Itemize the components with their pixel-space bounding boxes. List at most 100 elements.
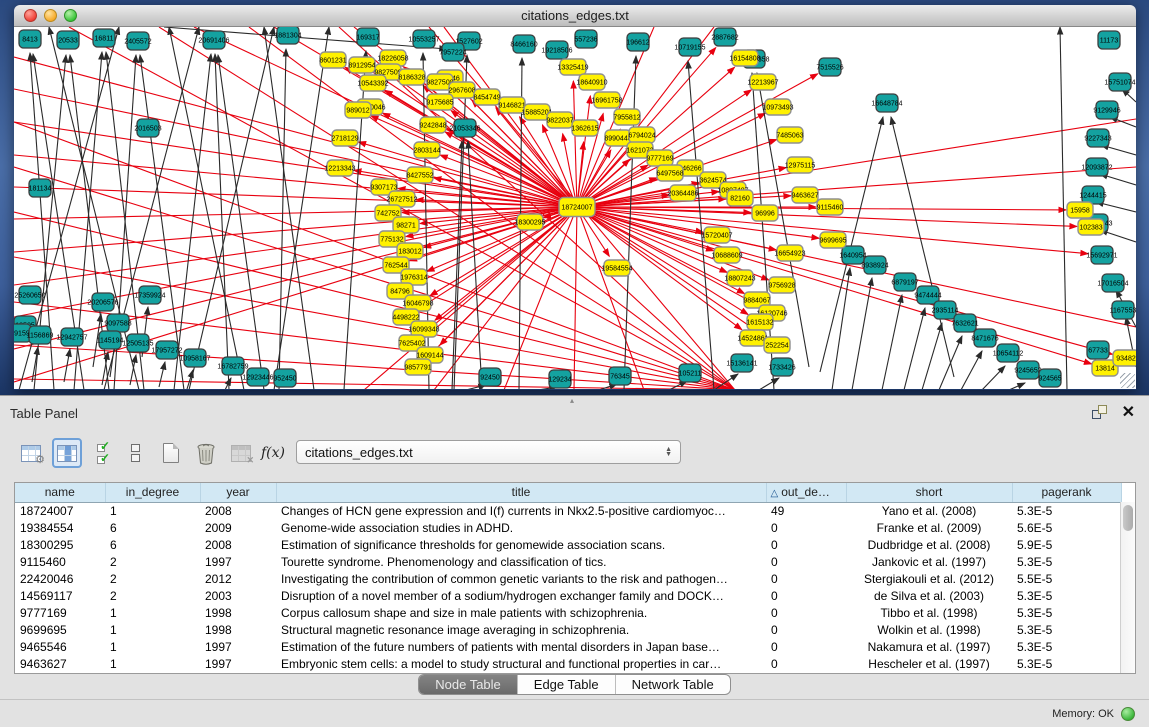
node-table[interactable]: namein_degreeyeartitle△out_de…shortpager… (15, 483, 1122, 672)
show-columns-button[interactable] (52, 438, 82, 468)
table-cell[interactable]: 22420046 (15, 570, 105, 587)
network-view[interactable]: 8413205331681124055722069140618813041693… (14, 27, 1136, 389)
table-cell[interactable]: Franke et al. (2009) (846, 519, 1012, 536)
table-cell[interactable]: Corpus callosum shape and size in male p… (276, 604, 766, 621)
table-cell[interactable]: Embryonic stem cells: a model to study s… (276, 655, 766, 672)
table-row[interactable]: 946362711997Embryonic stem cells: a mode… (15, 655, 1121, 672)
table-cell[interactable]: 5.6E-5 (1012, 519, 1121, 536)
table-cell[interactable]: 0 (766, 519, 846, 536)
tab-network-table[interactable]: Network Table (615, 675, 730, 694)
table-cell[interactable]: 1997 (200, 553, 276, 570)
table-cell[interactable]: 1997 (200, 655, 276, 672)
table-cell[interactable]: 5.3E-5 (1012, 587, 1121, 604)
table-row[interactable]: 1872400712008Changes of HCN gene express… (15, 502, 1121, 519)
table-cell[interactable]: 0 (766, 587, 846, 604)
table-cell[interactable]: Jankovic et al. (1997) (846, 553, 1012, 570)
table-cell[interactable]: 2 (105, 553, 200, 570)
minimize-button[interactable] (44, 9, 57, 22)
table-cell[interactable]: 0 (766, 621, 846, 638)
column-header-title[interactable]: title (276, 483, 766, 502)
table-cell[interactable]: 2012 (200, 570, 276, 587)
table-row[interactable]: 969969511998Structural magnetic resonanc… (15, 621, 1121, 638)
table-cell[interactable]: Estimation of the future numbers of pati… (276, 638, 766, 655)
table-cell[interactable]: 14569117 (15, 587, 105, 604)
table-cell[interactable]: 1 (105, 638, 200, 655)
table-row[interactable]: 1830029562008Estimation of significance … (15, 536, 1121, 553)
table-cell[interactable]: 2008 (200, 536, 276, 553)
table-cell[interactable]: Disruption of a novel member of a sodium… (276, 587, 766, 604)
table-cell[interactable]: Nakamura et al. (1997) (846, 638, 1012, 655)
table-cell[interactable]: 2 (105, 570, 200, 587)
table-row[interactable]: 946554611997Estimation of the future num… (15, 638, 1121, 655)
table-cell[interactable]: 1 (105, 655, 200, 672)
table-cell[interactable]: 18724007 (15, 502, 105, 519)
table-cell[interactable]: Investigating the contribution of common… (276, 570, 766, 587)
table-cell[interactable]: 5.5E-5 (1012, 570, 1121, 587)
table-cell[interactable]: Estimation of significance thresholds fo… (276, 536, 766, 553)
column-header-short[interactable]: short (846, 483, 1012, 502)
new-table-button[interactable] (156, 438, 186, 468)
table-cell[interactable]: 0 (766, 570, 846, 587)
table-cell[interactable]: 5.3E-5 (1012, 502, 1121, 519)
table-cell[interactable]: 49 (766, 502, 846, 519)
table-cell[interactable]: 6 (105, 536, 200, 553)
table-cell[interactable]: Yano et al. (2008) (846, 502, 1012, 519)
column-header-out_de[interactable]: △out_de… (766, 483, 846, 502)
column-header-year[interactable]: year (200, 483, 276, 502)
function-builder-button[interactable]: f(x) (258, 438, 288, 468)
vertical-scrollbar[interactable] (1120, 502, 1135, 673)
table-cell[interactable]: 5.3E-5 (1012, 638, 1121, 655)
network-canvas[interactable]: 8413205331681124055722069140618813041693… (14, 27, 1136, 389)
table-row[interactable]: 911546021997Tourette syndrome. Phenomeno… (15, 553, 1121, 570)
table-cell[interactable]: 1998 (200, 621, 276, 638)
table-cell[interactable]: Hescheler et al. (1997) (846, 655, 1012, 672)
table-cell[interactable]: 1 (105, 621, 200, 638)
column-header-in_degree[interactable]: in_degree (105, 483, 200, 502)
close-button[interactable] (24, 9, 37, 22)
table-row[interactable]: 2242004622012Investigating the contribut… (15, 570, 1121, 587)
table-header-row[interactable]: namein_degreeyeartitle△out_de…shortpager… (15, 483, 1121, 502)
table-cell[interactable]: 6 (105, 519, 200, 536)
table-cell[interactable]: 5.3E-5 (1012, 621, 1121, 638)
table-cell[interactable]: de Silva et al. (2003) (846, 587, 1012, 604)
delete-table-button[interactable] (191, 438, 221, 468)
table-cell[interactable]: Changes of HCN gene expression and I(f) … (276, 502, 766, 519)
scrollbar-thumb[interactable] (1123, 505, 1133, 531)
column-header-name[interactable]: name (15, 483, 105, 502)
window-resize-grip[interactable] (1120, 373, 1135, 388)
table-row[interactable]: 1456911722003Disruption of a novel membe… (15, 587, 1121, 604)
window-titlebar[interactable]: citations_edges.txt (14, 5, 1136, 27)
table-cell[interactable]: 9699695 (15, 621, 105, 638)
close-panel-icon[interactable]: ✕ (1122, 402, 1135, 422)
panel-resize-handle[interactable]: ▴ (570, 396, 574, 405)
table-cell[interactable]: 0 (766, 604, 846, 621)
table-source-select[interactable]: citations_edges.txt ▲▼ (296, 440, 681, 464)
table-cell[interactable]: 9777169 (15, 604, 105, 621)
table-cell[interactable]: 0 (766, 638, 846, 655)
table-cell[interactable]: Structural magnetic resonance image aver… (276, 621, 766, 638)
table-cell[interactable]: Dudbridge et al. (2008) (846, 536, 1012, 553)
table-cell[interactable]: 1998 (200, 604, 276, 621)
table-cell[interactable]: 9465546 (15, 638, 105, 655)
table-cell[interactable]: 0 (766, 536, 846, 553)
table-cell[interactable]: Wolkin et al. (1998) (846, 621, 1012, 638)
table-cell[interactable]: Tibbo et al. (1998) (846, 604, 1012, 621)
table-row[interactable]: 977716911998Corpus callosum shape and si… (15, 604, 1121, 621)
column-header-pagerank[interactable]: pagerank (1012, 483, 1121, 502)
table-cell[interactable]: 5.3E-5 (1012, 655, 1121, 672)
table-cell[interactable]: 0 (766, 553, 846, 570)
float-panel-icon[interactable] (1092, 405, 1107, 419)
table-cell[interactable]: 2003 (200, 587, 276, 604)
table-cell[interactable]: 5.9E-5 (1012, 536, 1121, 553)
table-cell[interactable]: 19384554 (15, 519, 105, 536)
table-cell[interactable]: 2009 (200, 519, 276, 536)
zoom-button[interactable] (64, 9, 77, 22)
table-cell[interactable]: 0 (766, 655, 846, 672)
table-cell[interactable]: 9463627 (15, 655, 105, 672)
table-cell[interactable]: 1997 (200, 638, 276, 655)
table-cell[interactable]: 9115460 (15, 553, 105, 570)
tab-edge-table[interactable]: Edge Table (517, 675, 615, 694)
table-cell[interactable]: 1 (105, 502, 200, 519)
table-row[interactable]: 1938455462009Genome-wide association stu… (15, 519, 1121, 536)
memory-ok-icon[interactable] (1121, 707, 1135, 721)
